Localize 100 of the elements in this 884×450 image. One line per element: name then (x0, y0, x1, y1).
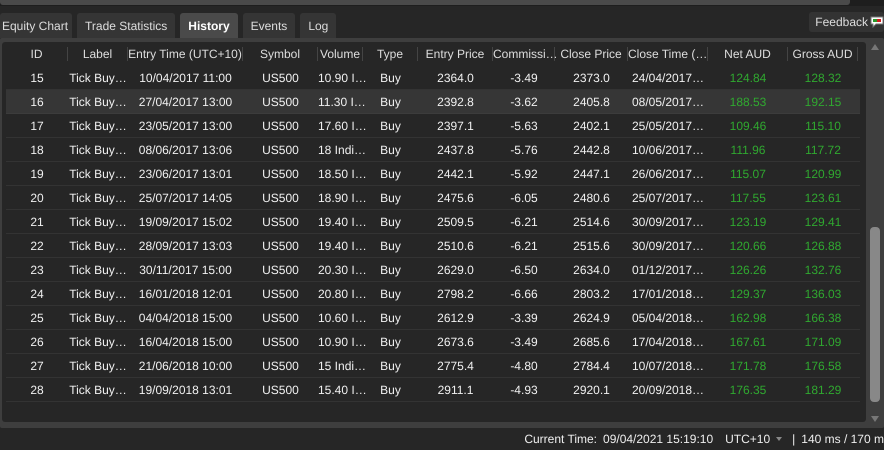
table-cell-text: 2373.0 (572, 70, 611, 84)
table-cell-text: 126.26 (728, 262, 768, 276)
table-row[interactable]: 26 Tick Buy… 16/04/2018 15:00 US500 10.90 I… Buy 2673.6 -3.49 2685.6 17/04/2018… 167.61 171.09 (6, 330, 860, 354)
table-cell-text: 2442.8 (572, 142, 611, 156)
table-cell-text: 167.61 (728, 334, 768, 348)
table-cell-text: 16/01/2018 12:01 (138, 286, 234, 300)
table-cell: 17.60 I… (318, 118, 363, 132)
column-header[interactable]: Commissi… (493, 47, 555, 61)
column-header[interactable]: Gross AUD (788, 47, 858, 61)
table-cell-text: 19/09/2018 13:01 (138, 382, 234, 396)
table-cell-text: 2509.5 (436, 214, 475, 228)
column-header[interactable]: Close Price (555, 47, 628, 61)
column-header[interactable]: ID (6, 47, 68, 61)
table-cell-text: 17/01/2018… (630, 286, 706, 300)
table-cell-text: 2397.1 (436, 118, 475, 132)
table-row[interactable]: 20 Tick Buy… 25/07/2017 14:05 US500 18.90 I… Buy 2475.6 -6.05 2480.6 25/07/2017… 117.55 123.61 (6, 186, 860, 210)
table-cell-text: -3.49 (509, 334, 539, 348)
table-cell-text: -5.63 (509, 118, 539, 132)
table-cell-text: US500 (261, 166, 300, 180)
scroll-up-icon[interactable] (871, 42, 879, 52)
scrollbar-thumb[interactable] (870, 227, 880, 402)
table-cell-text: 115.07 (729, 166, 767, 180)
table-row[interactable]: 25 Tick Buy… 04/04/2018 15:00 US500 10.60 I… Buy 2612.9 -3.39 2624.9 05/04/2018… 162.98 166.38 (6, 306, 860, 330)
table-cell-text: 109.46 (728, 118, 768, 132)
table-cell: Tick Buy… (68, 358, 128, 372)
current-time: 09/04/2021 15:19:10 (603, 432, 714, 446)
table-cell-text: 171.78 (728, 358, 768, 372)
column-header[interactable]: Close Time (… (628, 47, 708, 61)
table-cell: Tick Buy… (68, 334, 128, 348)
table-cell-text: 2634.0 (572, 262, 611, 276)
table-cell: Tick Buy… (68, 238, 128, 252)
column-header[interactable]: Volume (318, 47, 363, 61)
table-cell: Tick Buy… (68, 382, 128, 396)
table-cell-text: US500 (261, 286, 300, 300)
column-header[interactable]: Label (68, 47, 128, 61)
table-cell-text: 23 (29, 262, 45, 276)
table-cell-text: 2405.8 (572, 94, 611, 108)
table-cell-text: 21 (29, 214, 45, 228)
table-row[interactable]: 17 Tick Buy… 23/05/2017 13:00 US500 17.60 I… Buy 2397.1 -5.63 2402.1 25/05/2017… 109.46 115.10 (6, 114, 860, 138)
table-cell-text: 30/11/2017 15:00 (138, 262, 233, 276)
tab[interactable]: Trade Statistics (77, 13, 176, 38)
table-cell-text: 176.35 (728, 382, 768, 396)
table-cell-text: 2911.1 (436, 382, 474, 396)
table-row[interactable]: 21 Tick Buy… 19/09/2017 15:02 US500 19.40 I… Buy 2509.5 -6.21 2514.6 30/09/2017… 123.19 129.41 (6, 210, 860, 234)
table-row[interactable]: 27 Tick Buy… 21/06/2018 10:00 US500 15 Indi… Buy 2775.4 -4.80 2784.4 10/07/2018… 171.78 176.58 (6, 354, 860, 378)
table-cell-text: Buy (379, 94, 402, 108)
tab[interactable]: Log (300, 13, 336, 38)
table-cell-text: -5.92 (509, 166, 539, 180)
table-row[interactable]: 22 Tick Buy… 28/09/2017 13:03 US500 19.40 I… Buy 2510.6 -6.21 2515.6 30/09/2017… 120.66 126.88 (6, 234, 860, 258)
table-cell-text: US500 (261, 334, 300, 348)
table-cell-text: 132.76 (804, 262, 842, 276)
table-cell-text: 17 (29, 118, 45, 132)
column-header[interactable]: Net AUD (708, 47, 788, 61)
table-row[interactable]: 16 Tick Buy… 27/04/2017 13:00 US500 11.30 I… Buy 2392.8 -3.62 2405.8 08/05/2017… 188.53 192.15 (6, 90, 860, 114)
table-cell: Tick Buy… (68, 214, 128, 228)
feedback-button[interactable]: Feedback (809, 12, 884, 32)
table-row[interactable]: 19 Tick Buy… 23/06/2017 13:01 US500 18.50 I… Buy 2442.1 -5.92 2447.1 26/06/2017… 115.07 120.99 (6, 162, 860, 186)
table-cell-text: 188.53 (728, 94, 768, 108)
table-cell-text: 30/09/2017… (630, 238, 706, 252)
column-header[interactable]: Entry Price (418, 47, 493, 61)
table-cell-text: US500 (261, 310, 300, 324)
table-row[interactable]: 23 Tick Buy… 30/11/2017 15:00 US500 20.30 I… Buy 2629.0 -6.50 2634.0 01/12/2017… 126.26 132.76 (6, 258, 860, 282)
table-cell-text: 20 (29, 190, 45, 204)
table-row[interactable]: 24 Tick Buy… 16/01/2018 12:01 US500 20.80 I… Buy 2798.2 -6.66 2803.2 17/01/2018… 129.37 136.03 (6, 282, 860, 306)
table-cell-text: 18 (29, 142, 45, 156)
table-cell-text: 20/09/2018… (630, 382, 706, 396)
table-cell-text: 22 (29, 238, 45, 252)
table-cell-text: -5.76 (509, 142, 539, 156)
table-cell-text: Buy (379, 382, 402, 396)
table-row[interactable]: 18 Tick Buy… 08/06/2017 13:06 US500 18 Indi… Buy 2437.8 -5.76 2442.8 10/06/2017… 111.96 117.72 (6, 138, 860, 162)
scroll-down-icon[interactable] (871, 414, 879, 424)
column-header[interactable]: Symbol (243, 47, 318, 61)
tab[interactable]: Events (242, 13, 296, 38)
table-cell-text: 124.84 (728, 70, 768, 84)
table-cell-text: Buy (379, 358, 402, 372)
table-cell: Tick Buy… (68, 166, 128, 180)
tab[interactable]: Equity Chart (0, 13, 72, 38)
table-cell-text: 2364.0 (436, 70, 475, 84)
column-header[interactable]: Entry Time (UTC+10) (128, 47, 243, 61)
table-cell-text: Buy (379, 70, 402, 84)
table-cell-text: 08/05/2017… (630, 94, 706, 108)
table-row[interactable]: 28 Tick Buy… 19/09/2018 13:01 US500 15.40 I… Buy 2911.1 -4.93 2920.1 20/09/2018… 176.35 181.29 (6, 378, 860, 402)
tab[interactable]: History (180, 13, 238, 38)
table-cell-text: 15 (29, 70, 45, 84)
table-cell-text: 2803.2 (572, 286, 611, 300)
timezone-dropdown[interactable]: UTC+10 (725, 432, 782, 446)
table-cell-text: 2510.6 (436, 238, 475, 252)
table-cell-text: US500 (261, 118, 300, 132)
table-cell-text: 26/06/2017… (630, 166, 706, 180)
table-cell: 20.30 I… (318, 262, 363, 276)
table-cell-text: 19 (29, 166, 45, 180)
table-cell-text: -6.21 (509, 214, 539, 228)
table-cell: Tick Buy… (68, 94, 128, 108)
table-cell-text: 2775.4 (436, 358, 475, 372)
table-cell-text: 2475.6 (436, 190, 475, 204)
table-cell-text: US500 (261, 94, 300, 108)
table-cell-text: 2784.4 (572, 358, 611, 372)
table-cell: 10.60 I… (318, 310, 363, 324)
table-cell-text: 25/07/2017… (630, 190, 706, 204)
column-header[interactable]: Type (363, 47, 418, 61)
